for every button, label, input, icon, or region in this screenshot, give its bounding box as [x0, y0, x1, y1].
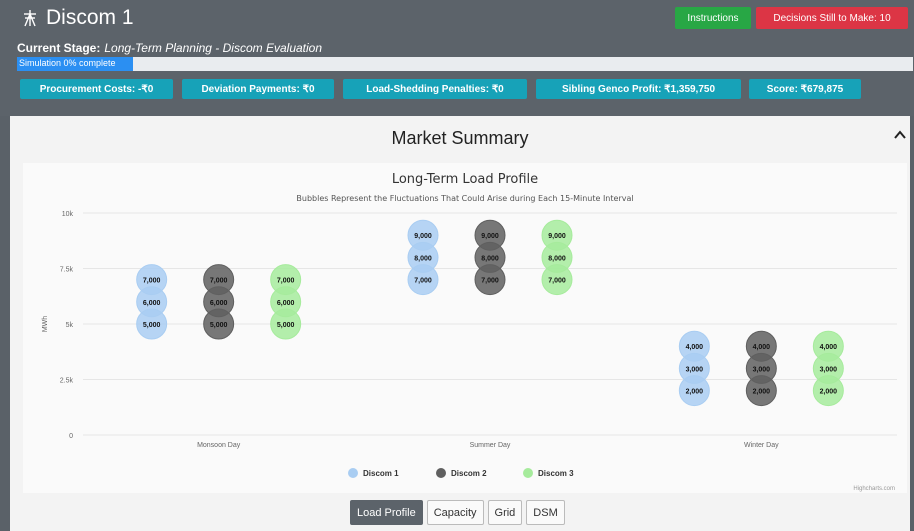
top-bar: Discom 1 Instructions Decisions Still to… — [0, 0, 914, 116]
bubble-data-label: 8,000 — [481, 255, 499, 262]
legend-marker — [348, 468, 358, 478]
bubble-data-label: 6,000 — [277, 300, 295, 307]
stage-label: Current Stage: — [17, 41, 101, 55]
chart-title: Long-Term Load Profile — [392, 172, 538, 187]
stage-value: Long-Term Planning - Discom Evaluation — [104, 41, 323, 55]
bubble-data-label: 9,000 — [481, 233, 499, 240]
bubble-data-label: 5,000 — [143, 322, 161, 329]
bubble-data-label: 3,000 — [686, 366, 704, 373]
legend-label: Discom 2 — [451, 469, 487, 478]
y-tick-label: 2.5k — [60, 378, 74, 385]
bubble-data-label: 7,000 — [277, 278, 295, 285]
bubble-data-label: 2,000 — [820, 389, 838, 396]
legend-label: Discom 3 — [538, 469, 574, 478]
legend-label: Discom 1 — [363, 469, 399, 478]
card-title: Market Summary — [391, 128, 529, 148]
load-profile-chart: Long-Term Load Profile Bubbles Represent … — [42, 172, 897, 492]
x-tick-label: Monsoon Day — [197, 442, 241, 449]
instructions-button[interactable]: Instructions — [675, 7, 751, 29]
y-tick-label: 10k — [62, 211, 74, 218]
tab-capacity[interactable]: Capacity — [426, 500, 484, 525]
bubble-data-label: 4,000 — [753, 344, 771, 351]
market-summary-card: Market Summary Long-Term Load Profile Bub… — [10, 116, 910, 531]
legend-marker — [523, 468, 533, 478]
bubble-data-label: 5,000 — [210, 322, 228, 329]
bubble-data-label: 7,000 — [210, 278, 228, 285]
simulation-progress-bar: Simulation 0% complete — [17, 57, 913, 71]
bubble-data-label: 9,000 — [548, 233, 566, 240]
chevron-up-icon[interactable] — [894, 130, 906, 140]
bubble-data-label: 2,000 — [753, 389, 771, 396]
tab-load-profile[interactable]: Load Profile — [350, 500, 423, 525]
tab-grid[interactable]: Grid — [487, 500, 523, 525]
bubble-data-label: 4,000 — [686, 344, 704, 351]
bubble-data-label: 5,000 — [277, 322, 295, 329]
progress-text: Simulation 0% complete — [19, 58, 116, 68]
chart-view-tabs: Load Profile Capacity Grid DSM — [350, 500, 565, 525]
bubble-data-label: 4,000 — [820, 344, 838, 351]
current-stage: Current Stage: Long-Term Planning - Disco… — [17, 41, 322, 55]
bubble-data-label: 7,000 — [143, 278, 161, 285]
bubble-data-label: 8,000 — [548, 255, 566, 262]
chart-subtitle: Bubbles Represent the Fluctuations That … — [296, 194, 633, 203]
app-title: Discom 1 — [22, 6, 134, 30]
y-axis-label: MWh — [42, 316, 49, 332]
metric-deviation-payments: Deviation Payments: ₹0 — [182, 79, 334, 99]
bubble-data-label: 6,000 — [143, 300, 161, 307]
power-tower-icon — [24, 10, 36, 27]
y-tick-label: 5k — [66, 322, 74, 329]
y-tick-label: 0 — [69, 433, 73, 440]
x-tick-label: Summer Day — [470, 442, 511, 449]
legend-marker — [436, 468, 446, 478]
bubble-data-label: 3,000 — [820, 366, 838, 373]
chart-container: Long-Term Load Profile Bubbles Represent … — [23, 163, 907, 493]
metric-sibling-genco-profit: Sibling Genco Profit: ₹1,359,750 — [536, 79, 741, 99]
y-tick-label: 7.5k — [60, 267, 74, 274]
bubble-data-label: 7,000 — [481, 278, 499, 285]
x-tick-label: Winter Day — [744, 442, 779, 449]
metric-score: Score: ₹679,875 — [749, 79, 861, 99]
metric-load-shedding-penalties: Load-Shedding Penalties: ₹0 — [343, 79, 527, 99]
app-title-text: Discom 1 — [46, 6, 134, 29]
bubble-data-label: 9,000 — [414, 233, 432, 240]
decisions-remaining-badge: Decisions Still to Make: 10 — [756, 7, 908, 29]
bubble-data-label: 8,000 — [414, 255, 432, 262]
bubble-data-label: 7,000 — [548, 278, 566, 285]
chart-credit: Highcharts.com — [853, 486, 895, 492]
tab-dsm[interactable]: DSM — [526, 500, 565, 525]
bubble-data-label: 3,000 — [753, 366, 771, 373]
bubble-data-label: 2,000 — [686, 389, 704, 396]
bubble-data-label: 7,000 — [414, 278, 432, 285]
metric-procurement-costs: Procurement Costs: -₹0 — [20, 79, 173, 99]
bubble-data-label: 6,000 — [210, 300, 228, 307]
